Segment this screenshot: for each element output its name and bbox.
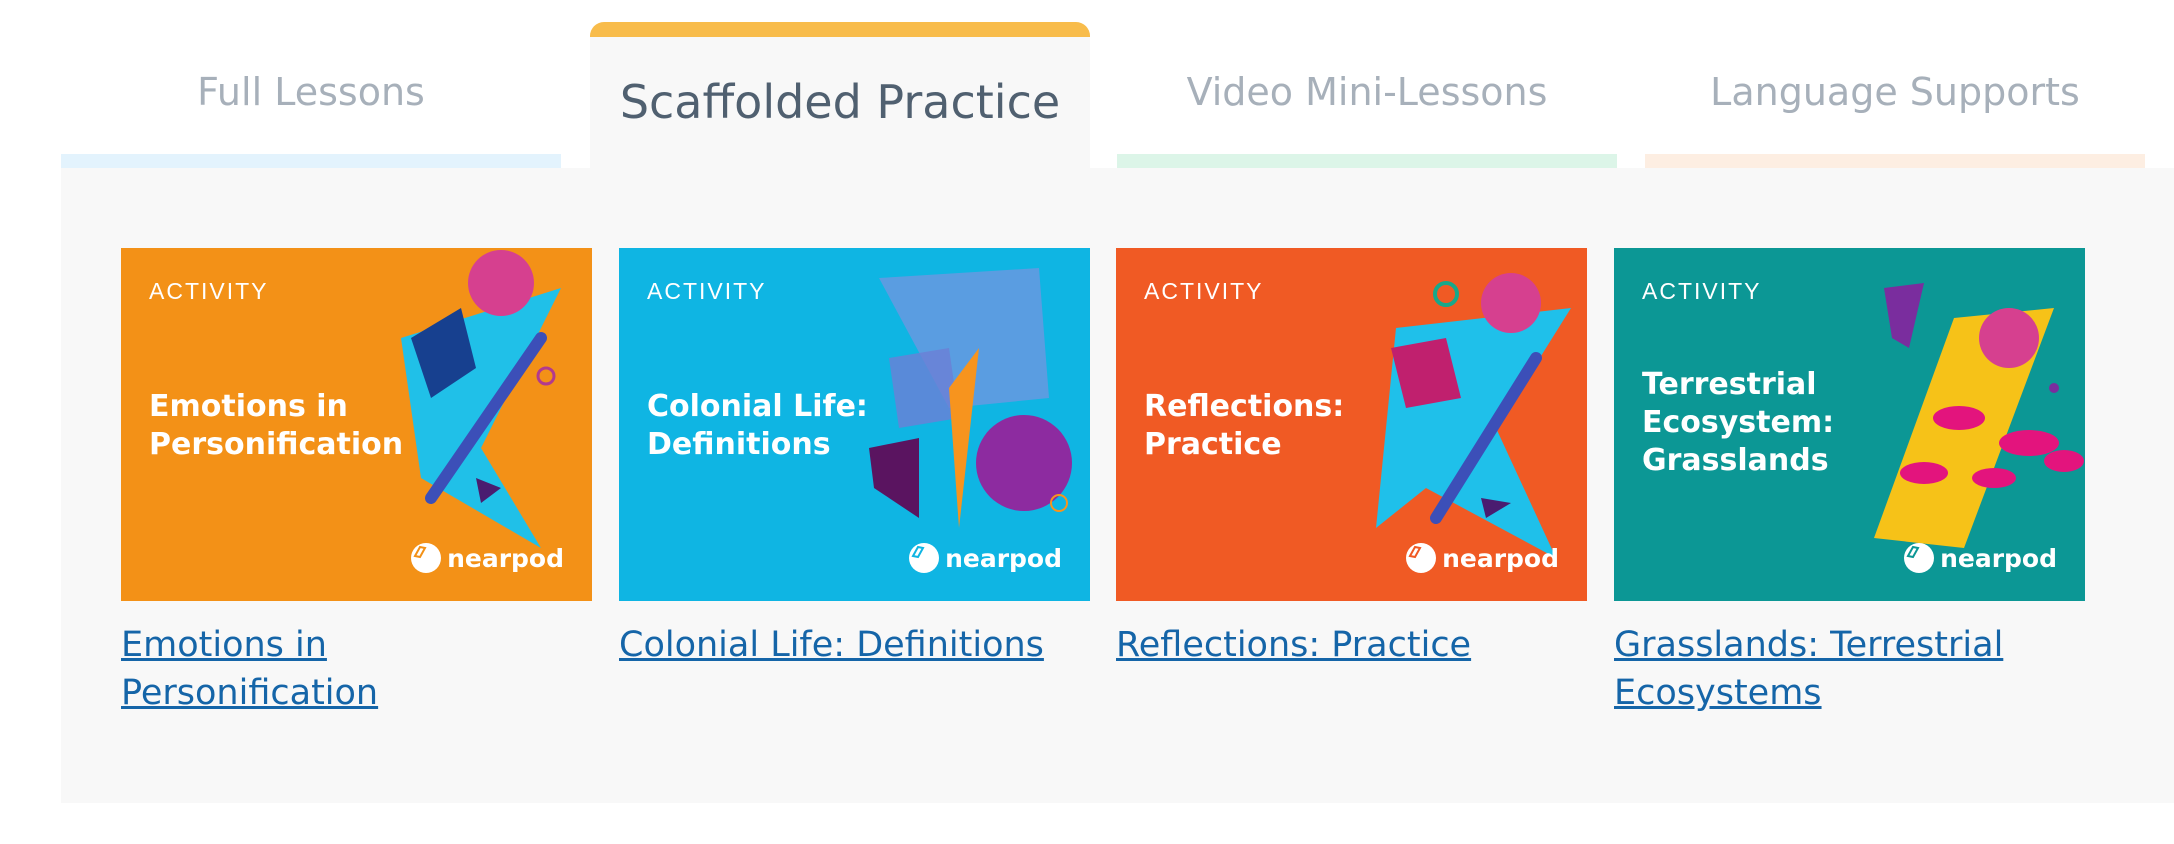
activity-thumbnail[interactable]: ACTIVITY Emotions in Personification nea… — [121, 248, 592, 601]
activity-thumbnail[interactable]: ACTIVITY Terrestrial Ecosystem: Grasslan… — [1614, 248, 2085, 601]
thumbnail-title: Terrestrial Ecosystem: Grasslands — [1642, 367, 1835, 478]
thumbnail-eyebrow: ACTIVITY — [647, 278, 767, 304]
thumbnail-title: Colonial Life: Definitions — [647, 389, 868, 462]
tab-video-mini-lessons[interactable]: Video Mini-Lessons — [1117, 0, 1617, 170]
thumbnail-title: Emotions in Personification — [149, 389, 404, 462]
brand-name: nearpod — [1940, 543, 2057, 573]
activity-link[interactable]: Grasslands: Terrestrial Ecosystems — [1614, 621, 2085, 717]
tab-panel: ACTIVITY Emotions in Personification nea… — [61, 168, 2174, 803]
nearpod-logo: nearpod — [1406, 543, 1559, 573]
thumbnail-eyebrow: ACTIVITY — [1642, 278, 1762, 304]
nearpod-icon — [909, 543, 940, 573]
activity-card: ACTIVITY Colonial Life: Definitions near… — [619, 248, 1090, 669]
tab-label: Scaffolded Practice — [619, 75, 1061, 129]
activity-thumbnail[interactable]: ACTIVITY Reflections: Practice nearpod — [1116, 248, 1587, 601]
activity-card: ACTIVITY Terrestrial Ecosystem: Grasslan… — [1614, 248, 2085, 717]
activity-link[interactable]: Reflections: Practice — [1116, 621, 1587, 669]
nearpod-icon — [1904, 543, 1935, 573]
activity-link[interactable]: Colonial Life: Definitions — [619, 621, 1090, 669]
nearpod-icon — [1406, 543, 1437, 573]
brand-name: nearpod — [1442, 543, 1559, 573]
activity-link[interactable]: Emotions in Personification — [121, 621, 592, 717]
brand-name: nearpod — [447, 543, 564, 573]
brand-name: nearpod — [945, 543, 1062, 573]
tab-scaffolded-practice[interactable]: Scaffolded Practice — [590, 22, 1090, 170]
thumbnail-eyebrow: ACTIVITY — [1144, 278, 1264, 304]
tab-full-lessons[interactable]: Full Lessons — [61, 0, 561, 170]
activity-card: ACTIVITY Emotions in Personification nea… — [121, 248, 592, 717]
tab-language-supports[interactable]: Language Supports — [1645, 0, 2145, 170]
thumbnail-title: Reflections: Practice — [1144, 389, 1345, 462]
nearpod-logo: nearpod — [1904, 543, 2057, 573]
tab-bar: Full Lessons Scaffolded Practice Video M… — [61, 0, 2174, 170]
nearpod-icon — [411, 543, 442, 573]
thumbnail-eyebrow: ACTIVITY — [149, 278, 269, 304]
nearpod-logo: nearpod — [909, 543, 1062, 573]
activity-thumbnail[interactable]: ACTIVITY Colonial Life: Definitions near… — [619, 248, 1090, 601]
activity-card: ACTIVITY Reflections: Practice nearpod R… — [1116, 248, 1587, 669]
nearpod-logo: nearpod — [411, 543, 564, 573]
